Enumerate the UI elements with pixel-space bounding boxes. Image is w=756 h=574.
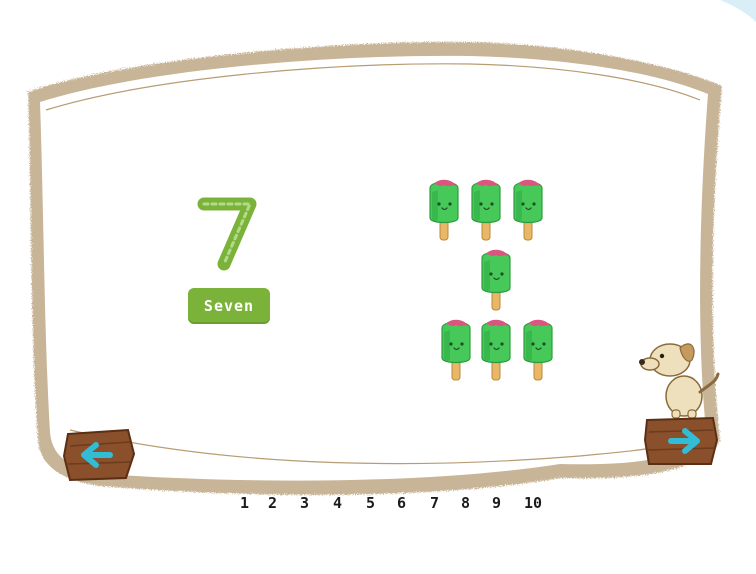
popsicle-icon — [476, 246, 516, 314]
popsicle-icon — [518, 316, 558, 384]
page-number-2[interactable]: 2 — [268, 494, 277, 512]
popsicle-icon — [424, 176, 464, 244]
wood-sign-right — [643, 416, 719, 465]
popsicle-icon — [476, 316, 516, 384]
page-number-1[interactable]: 1 — [240, 494, 249, 512]
page-number-6[interactable]: 6 — [397, 494, 406, 512]
page-number-8[interactable]: 8 — [461, 494, 470, 512]
numeral-seven: 7 — [197, 197, 257, 271]
wood-sign-left — [62, 428, 136, 482]
page-number-9[interactable]: 9 — [492, 494, 501, 512]
number-pager: 1 2 3 4 5 6 7 8 9 10 — [230, 494, 550, 518]
popsicle-icon — [466, 176, 506, 244]
popsicle-icon — [436, 316, 476, 384]
number-word-badge: Seven — [188, 288, 270, 324]
page-number-5[interactable]: 5 — [366, 494, 375, 512]
game-stage: 7 Seven — [0, 0, 756, 574]
page-number-4[interactable]: 4 — [333, 494, 342, 512]
number-word-label: Seven — [203, 297, 255, 315]
popsicle-icon — [508, 176, 548, 244]
next-button[interactable] — [643, 414, 719, 468]
page-number-7[interactable]: 7 — [430, 494, 439, 512]
page-number-3[interactable]: 3 — [300, 494, 309, 512]
dog-icon — [639, 343, 720, 419]
page-number-10[interactable]: 10 — [524, 494, 542, 512]
parchment-board — [28, 0, 756, 495]
previous-button[interactable] — [62, 426, 138, 484]
